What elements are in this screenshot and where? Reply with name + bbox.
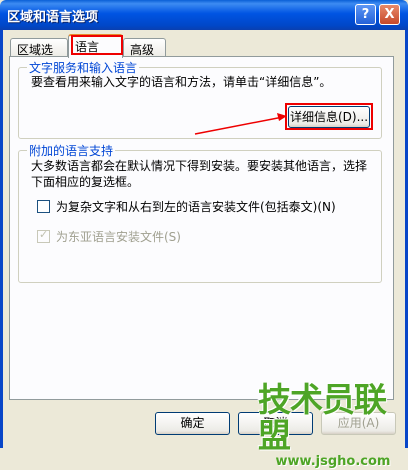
annotation-highlight-details: [285, 103, 373, 130]
title-bar[interactable]: 区域和语言选项 ? X: [0, 0, 408, 30]
east-asian-label: 为东亚语言安装文件(S): [56, 230, 181, 244]
watermark-title: 技术员联盟: [258, 380, 387, 455]
ok-button[interactable]: 确定: [155, 412, 230, 435]
complex-script-option[interactable]: 为复杂文字和从右到左的语言安装文件(包括泰文)(N): [37, 198, 336, 215]
help-button[interactable]: ?: [355, 4, 376, 25]
close-button[interactable]: X: [379, 4, 400, 25]
tab-advanced[interactable]: 高级: [123, 38, 166, 57]
watermark-url: www.jsgho.com: [275, 454, 391, 469]
complex-script-checkbox[interactable]: [37, 200, 50, 213]
supplemental-description: 大多数语言都会在默认情况下得到安装。要安装其他语言，选择下面相应的复选框。: [31, 159, 368, 189]
watermark-logo: 技术员联盟 www.jsgho.com: [258, 382, 408, 470]
tab-regional-options[interactable]: 区域选项: [10, 38, 68, 74]
checkmark-icon: ✓: [39, 228, 49, 241]
east-asian-checkbox: ✓: [37, 228, 50, 243]
tab-label: 高级: [130, 43, 155, 57]
annotation-highlight-tab: [71, 35, 123, 55]
east-asian-option: ✓ 为东亚语言安装文件(S): [37, 228, 181, 245]
close-icon: X: [384, 7, 395, 22]
complex-script-label: 为复杂文字和从右到左的语言安装文件(包括泰文)(N): [56, 200, 336, 214]
window-frame-left: [0, 30, 3, 448]
window-title: 区域和语言选项: [7, 10, 99, 25]
supplemental-legend: 附加的语言支持: [27, 142, 116, 159]
help-icon: ?: [361, 7, 370, 22]
text-services-description: 要查看用来输入文字的语言和方法，请单击“详细信息”。: [31, 75, 332, 89]
